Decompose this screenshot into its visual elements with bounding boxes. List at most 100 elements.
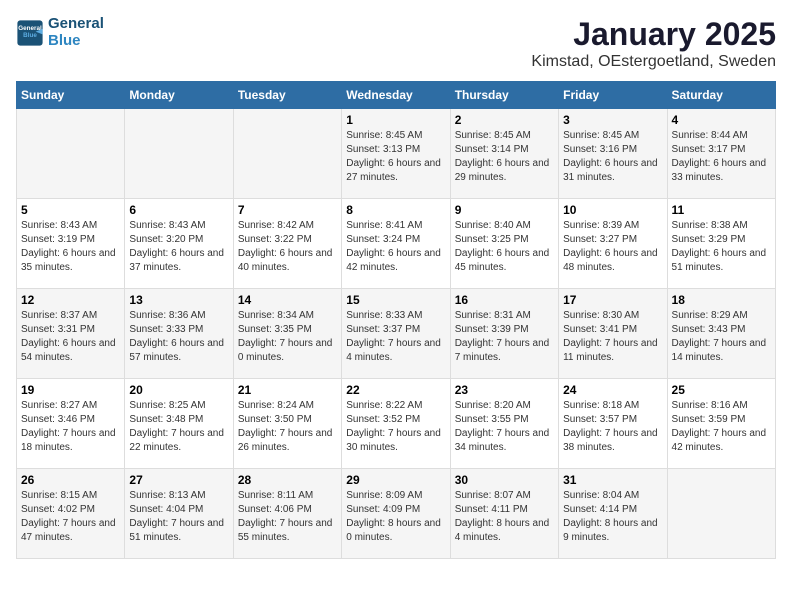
- day-number: 13: [129, 293, 228, 307]
- day-number: 26: [21, 473, 120, 487]
- day-info: Sunrise: 8:16 AM Sunset: 3:59 PM Dayligh…: [672, 399, 771, 455]
- day-info: Sunrise: 8:13 AM Sunset: 4:04 PM Dayligh…: [129, 489, 228, 545]
- calendar-cell: 30 Sunrise: 8:07 AM Sunset: 4:11 PM Dayli…: [450, 469, 558, 559]
- calendar-cell: 15Sunrise: 8:33 AM Sunset: 3:37 PM Dayli…: [342, 289, 450, 379]
- day-info: Sunrise: 8:42 AM Sunset: 3:22 PM Dayligh…: [238, 219, 337, 275]
- day-info: Sunrise: 8:11 AM Sunset: 4:06 PM Dayligh…: [238, 489, 337, 545]
- week-row-4: 26 Sunrise: 8:15 AM Sunset: 4:02 PM Dayli…: [17, 469, 776, 559]
- day-info: Sunrise: 8:34 AM Sunset: 3:35 PM Dayligh…: [238, 309, 337, 365]
- day-number: 10: [563, 203, 662, 217]
- day-info: Sunrise: 8:38 AM Sunset: 3:29 PM Dayligh…: [672, 219, 771, 275]
- calendar-cell: 25 Sunrise: 8:16 AM Sunset: 3:59 PM Dayli…: [667, 379, 775, 469]
- day-number: 31: [563, 473, 662, 487]
- header-tuesday: Tuesday: [233, 82, 341, 109]
- header-saturday: Saturday: [667, 82, 775, 109]
- day-number: 19: [21, 383, 120, 397]
- calendar-cell: [667, 469, 775, 559]
- day-number: 16: [455, 293, 554, 307]
- calendar-cell: 26 Sunrise: 8:15 AM Sunset: 4:02 PM Dayli…: [17, 469, 125, 559]
- calendar-cell: 14 Sunrise: 8:34 AM Sunset: 3:35 PM Dayli…: [233, 289, 341, 379]
- week-row-2: 12Sunrise: 8:37 AM Sunset: 3:31 PM Dayli…: [17, 289, 776, 379]
- day-info: Sunrise: 8:41 AM Sunset: 3:24 PM Dayligh…: [346, 219, 445, 275]
- calendar-cell: 16 Sunrise: 8:31 AM Sunset: 3:39 PM Dayli…: [450, 289, 558, 379]
- day-info: Sunrise: 8:43 AM Sunset: 3:19 PM Dayligh…: [21, 219, 120, 275]
- day-info: Sunrise: 8:30 AM Sunset: 3:41 PM Dayligh…: [563, 309, 662, 365]
- header: General Blue General Blue January 2025 K…: [16, 16, 776, 71]
- calendar-cell: 9Sunrise: 8:40 AM Sunset: 3:25 PM Daylig…: [450, 199, 558, 289]
- day-number: 25: [672, 383, 771, 397]
- calendar-cell: 21 Sunrise: 8:24 AM Sunset: 3:50 PM Dayli…: [233, 379, 341, 469]
- day-info: Sunrise: 8:27 AM Sunset: 3:46 PM Dayligh…: [21, 399, 120, 455]
- day-number: 9: [455, 203, 554, 217]
- day-info: Sunrise: 8:29 AM Sunset: 3:43 PM Dayligh…: [672, 309, 771, 365]
- day-info: Sunrise: 8:24 AM Sunset: 3:50 PM Dayligh…: [238, 399, 337, 455]
- day-number: 17: [563, 293, 662, 307]
- day-number: 22: [346, 383, 445, 397]
- calendar-cell: 29 Sunrise: 8:09 AM Sunset: 4:09 PM Dayli…: [342, 469, 450, 559]
- header-friday: Friday: [559, 82, 667, 109]
- calendar-cell: [233, 109, 341, 199]
- day-info: Sunrise: 8:44 AM Sunset: 3:17 PM Dayligh…: [672, 129, 771, 185]
- calendar-cell: 13 Sunrise: 8:36 AM Sunset: 3:33 PM Dayli…: [125, 289, 233, 379]
- calendar-cell: 19 Sunrise: 8:27 AM Sunset: 3:46 PM Dayli…: [17, 379, 125, 469]
- day-number: 4: [672, 113, 771, 127]
- calendar-cell: 10Sunrise: 8:39 AM Sunset: 3:27 PM Dayli…: [559, 199, 667, 289]
- day-info: Sunrise: 8:22 AM Sunset: 3:52 PM Dayligh…: [346, 399, 445, 455]
- day-info: Sunrise: 8:36 AM Sunset: 3:33 PM Dayligh…: [129, 309, 228, 365]
- calendar-cell: 20 Sunrise: 8:25 AM Sunset: 3:48 PM Dayli…: [125, 379, 233, 469]
- day-info: Sunrise: 8:45 AM Sunset: 3:13 PM Dayligh…: [346, 129, 445, 185]
- title-area: January 2025 Kimstad, OEstergoetland, Sw…: [531, 16, 776, 71]
- week-row-1: 5 Sunrise: 8:43 AM Sunset: 3:19 PM Daylig…: [17, 199, 776, 289]
- logo-line2: Blue: [48, 33, 104, 50]
- calendar-cell: 28Sunrise: 8:11 AM Sunset: 4:06 PM Dayli…: [233, 469, 341, 559]
- calendar-cell: 31Sunrise: 8:04 AM Sunset: 4:14 PM Dayli…: [559, 469, 667, 559]
- logo-line1: General: [48, 16, 104, 33]
- calendar-cell: 8 Sunrise: 8:41 AM Sunset: 3:24 PM Daylig…: [342, 199, 450, 289]
- day-info: Sunrise: 8:20 AM Sunset: 3:55 PM Dayligh…: [455, 399, 554, 455]
- day-info: Sunrise: 8:25 AM Sunset: 3:48 PM Dayligh…: [129, 399, 228, 455]
- day-number: 14: [238, 293, 337, 307]
- day-number: 27: [129, 473, 228, 487]
- day-info: Sunrise: 8:33 AM Sunset: 3:37 PM Dayligh…: [346, 309, 445, 365]
- calendar-cell: 7 Sunrise: 8:42 AM Sunset: 3:22 PM Daylig…: [233, 199, 341, 289]
- header-wednesday: Wednesday: [342, 82, 450, 109]
- page-title: January 2025: [531, 16, 776, 53]
- calendar-header-row: SundayMondayTuesdayWednesdayThursdayFrid…: [17, 82, 776, 109]
- day-info: Sunrise: 8:45 AM Sunset: 3:14 PM Dayligh…: [455, 129, 554, 185]
- calendar-cell: 2 Sunrise: 8:45 AM Sunset: 3:14 PM Daylig…: [450, 109, 558, 199]
- calendar-cell: 23 Sunrise: 8:20 AM Sunset: 3:55 PM Dayli…: [450, 379, 558, 469]
- day-number: 18: [672, 293, 771, 307]
- day-number: 11: [672, 203, 771, 217]
- day-number: 8: [346, 203, 445, 217]
- day-number: 3: [563, 113, 662, 127]
- logo-icon: General Blue: [16, 19, 44, 47]
- day-number: 2: [455, 113, 554, 127]
- day-info: Sunrise: 8:15 AM Sunset: 4:02 PM Dayligh…: [21, 489, 120, 545]
- day-number: 12: [21, 293, 120, 307]
- calendar-cell: 24 Sunrise: 8:18 AM Sunset: 3:57 PM Dayli…: [559, 379, 667, 469]
- day-number: 1: [346, 113, 445, 127]
- day-number: 21: [238, 383, 337, 397]
- calendar-cell: 17 Sunrise: 8:30 AM Sunset: 3:41 PM Dayli…: [559, 289, 667, 379]
- calendar-cell: 22 Sunrise: 8:22 AM Sunset: 3:52 PM Dayli…: [342, 379, 450, 469]
- day-info: Sunrise: 8:09 AM Sunset: 4:09 PM Dayligh…: [346, 489, 445, 545]
- calendar-cell: 18 Sunrise: 8:29 AM Sunset: 3:43 PM Dayli…: [667, 289, 775, 379]
- day-info: Sunrise: 8:18 AM Sunset: 3:57 PM Dayligh…: [563, 399, 662, 455]
- day-number: 5: [21, 203, 120, 217]
- day-number: 23: [455, 383, 554, 397]
- day-number: 30: [455, 473, 554, 487]
- calendar-cell: 1 Sunrise: 8:45 AM Sunset: 3:13 PM Daylig…: [342, 109, 450, 199]
- calendar-table: SundayMondayTuesdayWednesdayThursdayFrid…: [16, 81, 776, 559]
- calendar-cell: 27 Sunrise: 8:13 AM Sunset: 4:04 PM Dayli…: [125, 469, 233, 559]
- day-number: 24: [563, 383, 662, 397]
- day-info: Sunrise: 8:07 AM Sunset: 4:11 PM Dayligh…: [455, 489, 554, 545]
- calendar-cell: 4 Sunrise: 8:44 AM Sunset: 3:17 PM Daylig…: [667, 109, 775, 199]
- page-subtitle: Kimstad, OEstergoetland, Sweden: [531, 53, 776, 71]
- calendar-cell: 5 Sunrise: 8:43 AM Sunset: 3:19 PM Daylig…: [17, 199, 125, 289]
- week-row-0: 1 Sunrise: 8:45 AM Sunset: 3:13 PM Daylig…: [17, 109, 776, 199]
- logo: General Blue General Blue: [16, 16, 104, 49]
- day-number: 7: [238, 203, 337, 217]
- day-number: 29: [346, 473, 445, 487]
- day-info: Sunrise: 8:31 AM Sunset: 3:39 PM Dayligh…: [455, 309, 554, 365]
- day-number: 20: [129, 383, 228, 397]
